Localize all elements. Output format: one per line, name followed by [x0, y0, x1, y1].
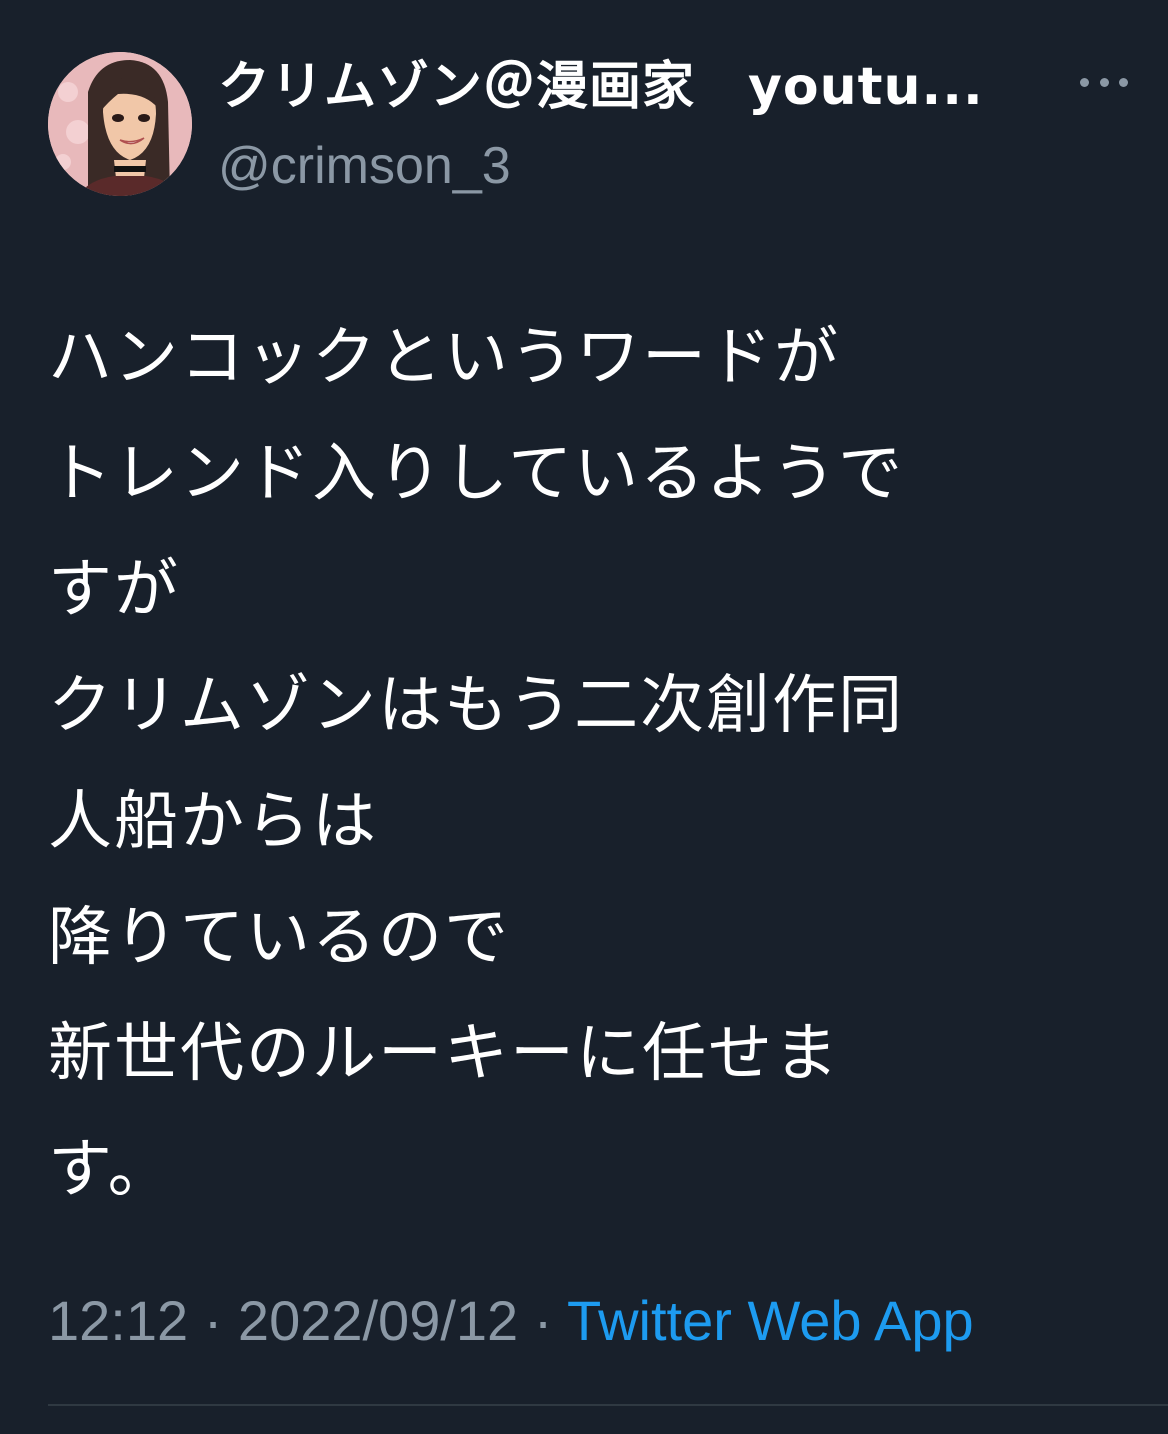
tweet-header: クリムゾン＠漫画家 youtu... @crimson_3 [48, 52, 1128, 202]
more-dot [1080, 77, 1089, 87]
tweet-date[interactable]: 2022/09/12 [238, 1289, 518, 1352]
meta-separator: · [533, 1289, 553, 1352]
more-horizontal-icon[interactable] [1080, 72, 1128, 92]
tweet-text-line: 人船からは [48, 785, 378, 859]
tweet-text-line: 降りているので [48, 901, 510, 975]
divider [48, 1404, 1168, 1406]
author-names: クリムゾン＠漫画家 youtu... @crimson_3 [218, 52, 1038, 198]
display-name[interactable]: クリムゾン＠漫画家 youtu... [218, 52, 1038, 122]
tweet-text-line: すが [48, 553, 180, 627]
avatar-illustration-icon [48, 52, 192, 196]
tweet-detail: クリムゾン＠漫画家 youtu... @crimson_3 ハンコックというワー… [0, 0, 1168, 1434]
tweet-time[interactable]: 12:12 [48, 1289, 188, 1352]
tweet-text-line: 新世代のルーキーに任せま [48, 1017, 840, 1091]
user-handle[interactable]: @crimson_3 [218, 134, 1038, 198]
avatar[interactable] [48, 52, 192, 196]
tweet-text-line: クリムゾンはもう二次創作同 [48, 669, 905, 743]
tweet-text-line: トレンド入りしているようで [48, 437, 905, 511]
tweet-text-line: す。 [48, 1133, 174, 1207]
tweet-source-link[interactable]: Twitter Web App [567, 1289, 974, 1352]
tweet-text: ハンコックというワードが トレンド入りしているようで すが クリムゾンはもう二次… [48, 300, 1108, 1228]
meta-separator: · [203, 1289, 223, 1352]
tweet-text-line: ハンコックというワードが [48, 321, 840, 395]
more-dot [1119, 77, 1128, 87]
more-dot [1099, 77, 1109, 87]
tweet-meta: 12:12 · 2022/09/12 · Twitter Web App [48, 1286, 974, 1356]
